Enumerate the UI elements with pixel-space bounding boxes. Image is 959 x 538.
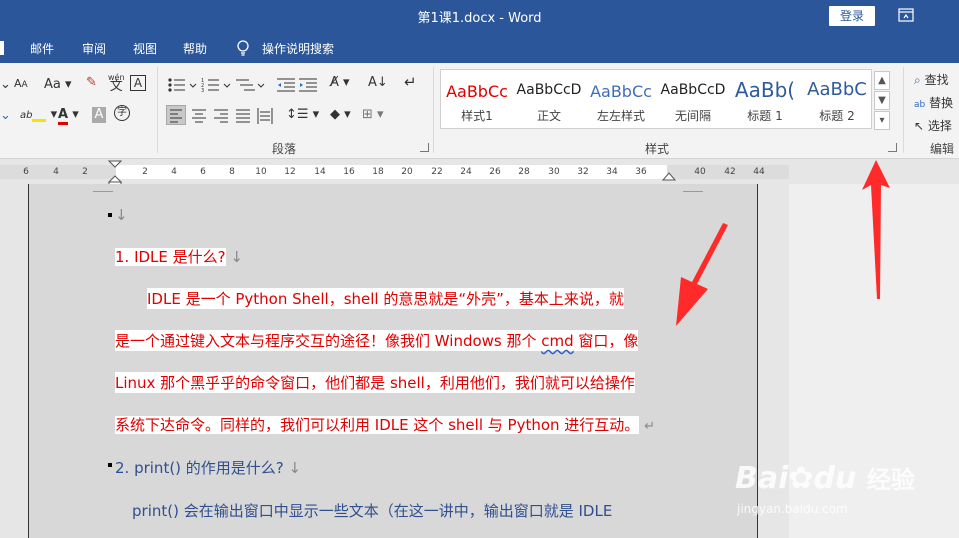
- watermark-url: jingyan.baidu.com: [737, 502, 848, 516]
- baidu-watermark: Bai✿du 经验 jingyan.baidu.com: [735, 460, 935, 530]
- red-arrow-icon: [676, 223, 728, 326]
- watermark-logo: Bai✿du 经验: [735, 460, 915, 496]
- watermark-brand: Bai: [735, 461, 789, 496]
- watermark-brand-2: du: [813, 461, 857, 496]
- annotation-arrows: [676, 160, 890, 326]
- red-arrow-icon: [862, 160, 890, 299]
- watermark-cn: 经验: [866, 466, 915, 494]
- paw-icon: ✿: [788, 461, 814, 496]
